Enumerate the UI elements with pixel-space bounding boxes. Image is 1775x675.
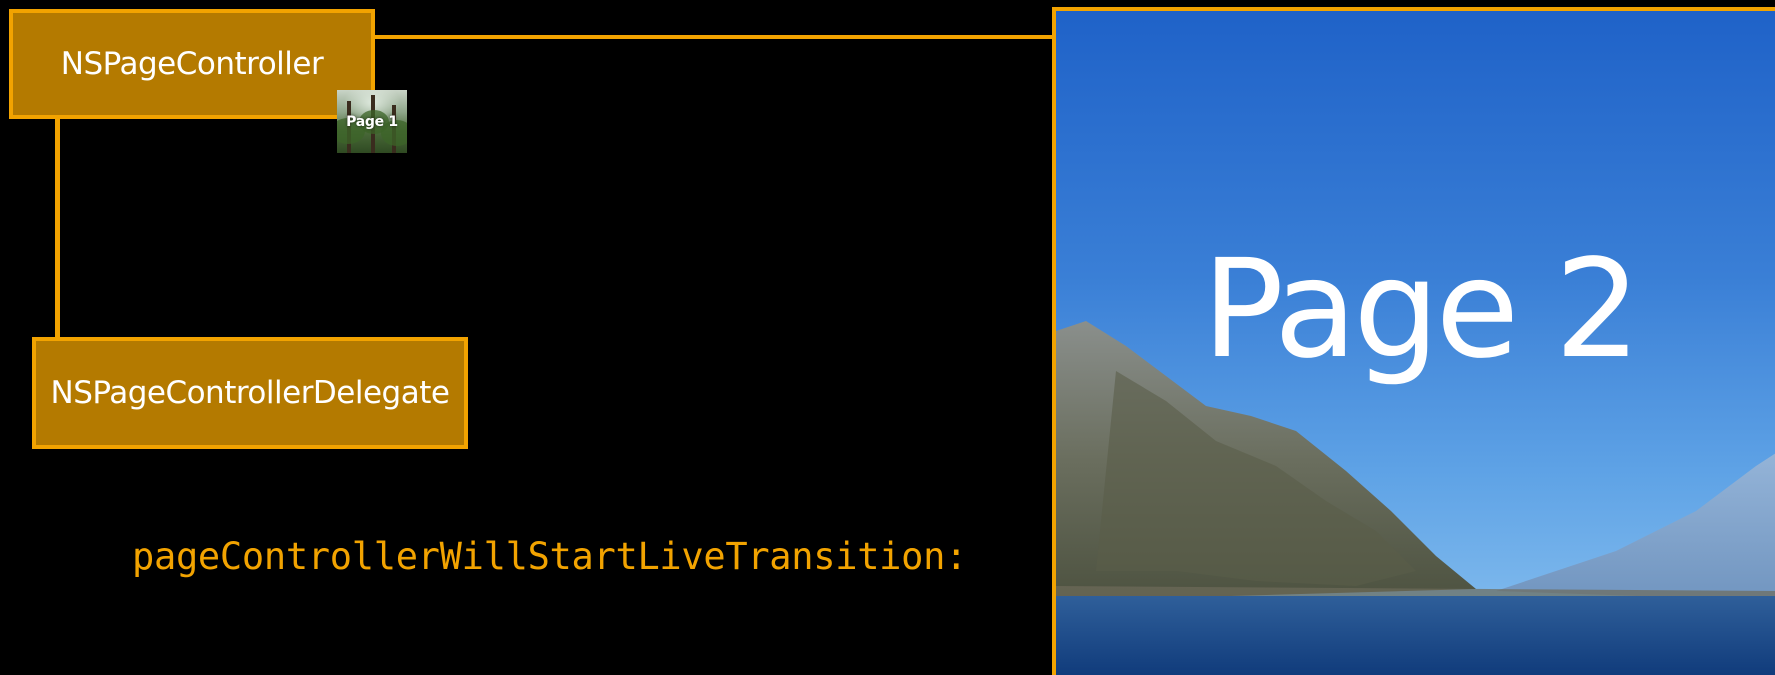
page1-thumbnail: Page 1 — [337, 90, 407, 153]
page2-label: Page 2 — [1202, 231, 1641, 389]
page2-view: Page 2 — [1052, 7, 1775, 675]
page-controller-delegate-box: NSPageControllerDelegate — [32, 337, 468, 449]
page-controller-label: NSPageController — [60, 46, 324, 82]
lake-water — [1056, 596, 1775, 675]
mountain-ridge-shade — [1096, 371, 1416, 586]
connector-controller-to-delegate — [55, 119, 60, 337]
connector-controller-to-page — [375, 35, 1055, 39]
far-mountains-right — [1496, 453, 1775, 601]
page-controller-delegate-label: NSPageControllerDelegate — [50, 375, 450, 411]
delegate-method-label: pageControllerWillStartLiveTransition: — [132, 535, 968, 578]
page1-thumbnail-label: Page 1 — [346, 113, 398, 130]
page-controller-box: NSPageController — [9, 9, 375, 119]
